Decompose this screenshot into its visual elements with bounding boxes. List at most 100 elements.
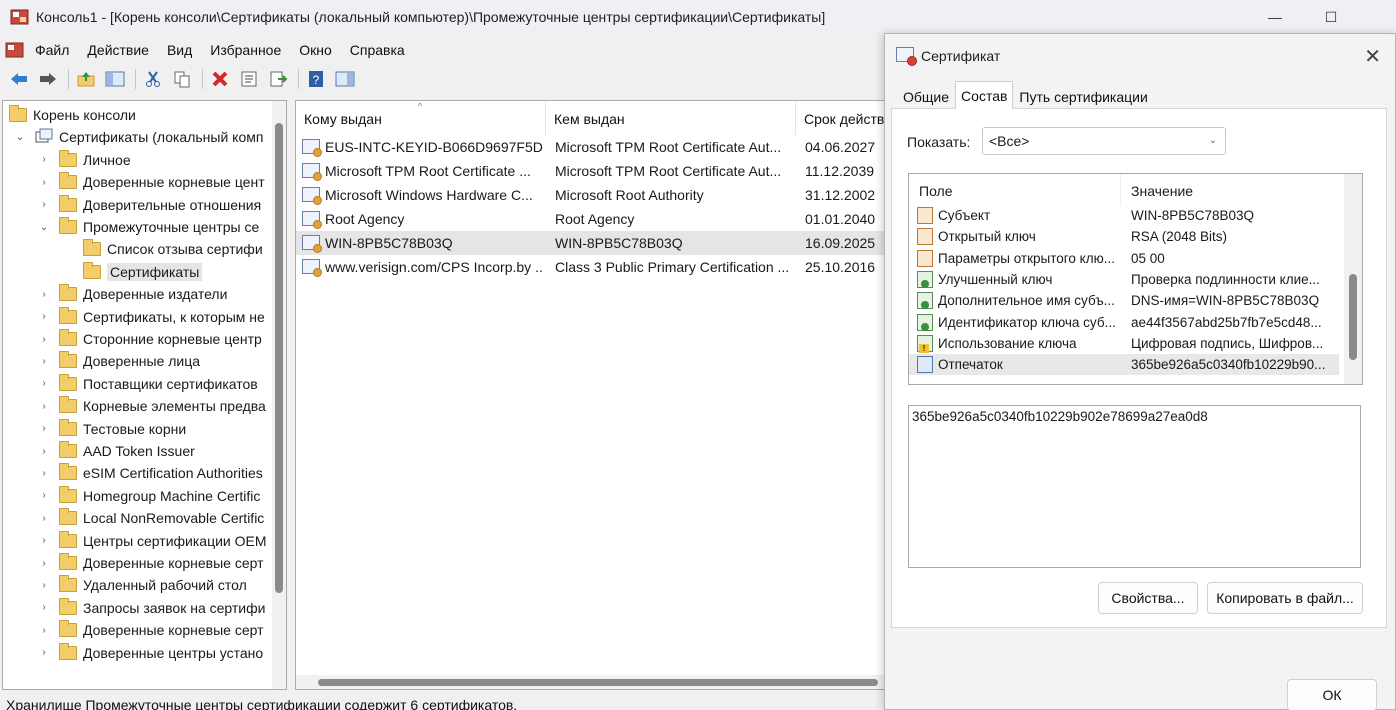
chevron-right-icon[interactable]: › <box>37 647 51 658</box>
column-value[interactable]: Значение <box>1121 174 1341 206</box>
table-row[interactable]: Root Agency Root Agency 01.01.2040 <box>296 207 894 231</box>
show-select[interactable]: <Все> ⌄ <box>982 127 1226 155</box>
tree-scrollbar[interactable] <box>272 101 286 689</box>
tree-item[interactable]: › Центры сертификации OEM <box>37 530 267 552</box>
table-row[interactable]: WIN-8PB5C78B03Q WIN-8PB5C78B03Q 16.09.2025 <box>296 231 894 255</box>
menu-view[interactable]: Вид <box>158 38 201 62</box>
table-row[interactable]: Microsoft Windows Hardware C... Microsoft… <box>296 183 894 207</box>
export-list-icon[interactable] <box>265 66 291 92</box>
list-hscrollbar[interactable] <box>296 675 894 689</box>
properties-button[interactable]: Свойства... <box>1098 582 1198 614</box>
field-row[interactable]: Дополнительное имя субъ... DNS-имя=WIN-8P… <box>909 290 1339 311</box>
tree-item[interactable]: › Запросы заявок на сертифи <box>37 597 265 619</box>
table-row[interactable]: EUS-INTC-KEYID-B066D9697F5D... Microsoft … <box>296 135 894 159</box>
tree-item[interactable]: › Тестовые корни <box>37 418 186 440</box>
tree-item[interactable]: › Доверительные отношения <box>37 194 261 216</box>
chevron-right-icon[interactable]: › <box>37 580 51 591</box>
tab-details[interactable]: Состав <box>955 81 1014 109</box>
menu-help[interactable]: Справка <box>341 38 414 62</box>
chevron-right-icon[interactable]: › <box>37 535 51 546</box>
mmc-system-icon[interactable] <box>4 40 26 60</box>
chevron-right-icon[interactable]: › <box>37 177 51 188</box>
chevron-right-icon[interactable]: › <box>37 401 51 412</box>
field-row[interactable]: Субъект WIN-8PB5C78B03Q <box>909 205 1339 226</box>
tree-item[interactable]: ⌄ Сертификаты (локальный комп <box>13 126 263 148</box>
menu-favorites[interactable]: Избранное <box>201 38 290 62</box>
chevron-right-icon[interactable]: › <box>37 446 51 457</box>
field-row[interactable]: Улучшенный ключ Проверка подлинности клие… <box>909 269 1339 290</box>
field-row[interactable]: Открытый ключ RSA (2048 Bits) <box>909 226 1339 247</box>
field-value-textbox[interactable]: 365be926a5c0340fb10229b902e78699a27ea0d8 <box>908 405 1361 568</box>
ok-button[interactable]: ОК <box>1287 679 1377 710</box>
certificate-list[interactable]: Кому выдан ^ Кем выдан Срок действ EUS-I… <box>295 100 895 690</box>
console-tree[interactable]: Корень консоли ⌄ Сертификаты (локальный к… <box>2 100 287 690</box>
column-issued-by[interactable]: Кем выдан <box>546 101 796 135</box>
tree-item[interactable]: Сертификаты <box>61 261 203 283</box>
list-scroll-thumb[interactable] <box>318 679 878 686</box>
properties-icon[interactable] <box>236 66 262 92</box>
delete-icon[interactable] <box>207 66 233 92</box>
tree-root[interactable]: Корень консоли <box>9 104 136 126</box>
copy-to-file-button[interactable]: Копировать в файл... <box>1207 582 1363 614</box>
chevron-right-icon[interactable]: › <box>37 334 51 345</box>
tab-certification-path[interactable]: Путь сертификации <box>1013 83 1153 109</box>
table-row[interactable]: Microsoft TPM Root Certificate ... Micros… <box>296 159 894 183</box>
tree-item[interactable]: ⌄ Промежуточные центры се <box>37 216 259 238</box>
chevron-right-icon[interactable]: › <box>37 199 51 210</box>
chevron-right-icon[interactable]: › <box>37 602 51 613</box>
tree-item[interactable]: › Доверенные корневые цент <box>37 171 265 193</box>
menu-file[interactable]: Файл <box>26 38 78 62</box>
column-expiration[interactable]: Срок действ <box>796 101 894 135</box>
close-button[interactable]: ✕ <box>1364 44 1381 69</box>
field-row[interactable]: Параметры открытого клю... 05 00 <box>909 248 1339 269</box>
field-row[interactable]: Использование ключа Цифровая подпись, Шиф… <box>909 333 1339 354</box>
chevron-right-icon[interactable]: › <box>37 311 51 322</box>
tree-item[interactable]: › Корневые элементы предва <box>37 395 266 417</box>
tree-item[interactable]: › eSIM Certification Authorities <box>37 462 263 484</box>
tree-item[interactable]: › Local NonRemovable Certific <box>37 507 264 529</box>
chevron-right-icon[interactable]: › <box>37 558 51 569</box>
chevron-right-icon[interactable]: › <box>37 513 51 524</box>
menu-window[interactable]: Окно <box>290 38 341 62</box>
column-field[interactable]: Поле <box>909 174 1121 206</box>
tree-item[interactable]: › Доверенные издатели <box>37 283 227 305</box>
tree-item[interactable]: › Доверенные корневые серт <box>37 619 264 641</box>
chevron-down-icon[interactable]: ⌄ <box>13 132 27 143</box>
tree-scroll-thumb[interactable] <box>275 123 283 593</box>
tab-general[interactable]: Общие <box>897 83 955 109</box>
fields-scroll-thumb[interactable] <box>1349 274 1357 360</box>
tree-item[interactable]: › Доверенные корневые серт <box>37 552 264 574</box>
tree-item[interactable]: › Homegroup Machine Certific <box>37 485 260 507</box>
chevron-right-icon[interactable]: › <box>37 468 51 479</box>
fields-scrollbar[interactable] <box>1344 174 1362 384</box>
maximize-button[interactable]: ☐ <box>1308 0 1354 34</box>
chevron-right-icon[interactable]: › <box>37 356 51 367</box>
minimize-button[interactable]: — <box>1252 0 1298 34</box>
tree-item[interactable]: › Доверенные лица <box>37 350 200 372</box>
fields-list[interactable]: Поле Значение Субъект WIN-8PB5C78B03Q Откр… <box>908 173 1363 385</box>
copy-icon[interactable] <box>169 66 195 92</box>
tree-item[interactable]: Список отзыва сертифи <box>61 238 263 260</box>
tree-item[interactable]: › Удаленный рабочий стол <box>37 574 247 596</box>
help-icon[interactable]: ? <box>303 66 329 92</box>
tree-item[interactable]: › Доверенные центры устано <box>37 642 263 664</box>
up-folder-icon[interactable] <box>73 66 99 92</box>
field-row[interactable]: Идентификатор ключа суб... ae44f3567abd25… <box>909 312 1339 333</box>
cut-icon[interactable] <box>140 66 166 92</box>
tree-item[interactable]: › Поставщики сертификатов <box>37 373 258 395</box>
tree-item[interactable]: › Сторонние корневые центр <box>37 328 262 350</box>
chevron-right-icon[interactable]: › <box>37 625 51 636</box>
tree-item[interactable]: › Личное <box>37 149 131 171</box>
tree-item[interactable]: › AAD Token Issuer <box>37 440 195 462</box>
menu-action[interactable]: Действие <box>78 38 158 62</box>
show-action-pane-icon[interactable] <box>332 66 358 92</box>
forward-arrow-icon[interactable] <box>35 66 61 92</box>
chevron-right-icon[interactable]: › <box>37 289 51 300</box>
back-arrow-icon[interactable] <box>6 66 32 92</box>
chevron-right-icon[interactable]: › <box>37 378 51 389</box>
chevron-right-icon[interactable]: › <box>37 490 51 501</box>
chevron-down-icon[interactable]: ⌄ <box>37 222 51 233</box>
field-row[interactable]: Отпечаток 365be926a5c0340fb10229b90... <box>909 354 1339 376</box>
tree-item[interactable]: › Сертификаты, к которым не <box>37 306 265 328</box>
chevron-right-icon[interactable]: › <box>37 423 51 434</box>
